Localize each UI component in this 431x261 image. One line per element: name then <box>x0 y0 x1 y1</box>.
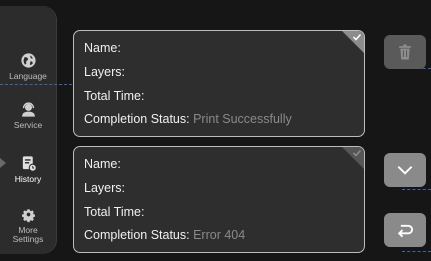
gear-icon <box>21 209 35 223</box>
layers-label: Layers: <box>84 181 125 195</box>
sidebar-item-history[interactable]: History <box>0 143 56 195</box>
scroll-down-button[interactable] <box>384 153 426 187</box>
return-icon <box>397 224 413 238</box>
history-icon <box>22 155 37 172</box>
sidebar-item-label: Service <box>13 119 43 130</box>
guide-line <box>402 251 431 252</box>
completion-status-value: Error 404 <box>193 228 246 242</box>
completion-status-row: Completion Status: Print Successfully <box>84 112 292 126</box>
sidebar-item-service[interactable]: Service <box>0 89 56 141</box>
layers-label: Layers: <box>84 65 125 79</box>
checkmark-icon <box>352 33 362 41</box>
chevron-down-icon <box>397 166 413 175</box>
checkmark-icon <box>352 149 362 157</box>
support-agent-icon <box>21 101 35 117</box>
history-record-card[interactable]: Name: Layers: Total Time: Completion Sta… <box>73 30 365 137</box>
active-indicator <box>0 158 6 168</box>
sidebar-item-label: More Settings <box>12 225 44 244</box>
guide-line <box>0 84 72 85</box>
completion-status-label: Completion Status: <box>84 112 190 126</box>
total-time-label: Total Time: <box>84 89 145 103</box>
history-record-card[interactable]: Name: Layers: Total Time: Completion Sta… <box>73 146 365 253</box>
delete-button[interactable] <box>384 35 426 69</box>
sidebar-item-label: Language <box>9 70 47 81</box>
back-button[interactable] <box>384 213 426 247</box>
name-label: Name: <box>84 41 121 55</box>
trash-icon <box>399 44 411 60</box>
sidebar-item-label: History <box>14 173 42 184</box>
completion-status-label: Completion Status: <box>84 228 190 242</box>
guide-line <box>402 189 431 190</box>
completion-status-row: Completion Status: Error 404 <box>84 228 245 242</box>
globe-icon <box>20 52 36 68</box>
total-time-label: Total Time: <box>84 205 145 219</box>
sidebar: Language Service History More Settings <box>0 6 57 254</box>
completion-status-value: Print Successfully <box>193 112 292 126</box>
name-label: Name: <box>84 157 121 171</box>
sidebar-item-more-settings[interactable]: More Settings <box>0 199 56 251</box>
